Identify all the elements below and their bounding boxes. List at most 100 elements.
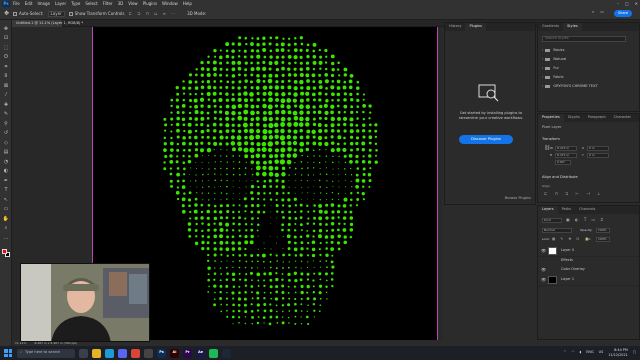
visibility-eye-icon[interactable]: 👁 bbox=[541, 278, 546, 282]
menu-view[interactable]: View bbox=[128, 2, 138, 6]
network-icon[interactable]: ◠ bbox=[572, 350, 575, 354]
rectangle-icon[interactable]: ▭ bbox=[3, 207, 9, 213]
document-tab[interactable]: Untitled-1 @ 11.1% (Layer 1, RGB/8) * bbox=[12, 20, 83, 27]
guide-line-right[interactable] bbox=[437, 27, 438, 340]
crop-icon[interactable]: ⌷ bbox=[3, 74, 9, 80]
auto-select-toggle[interactable]: Auto-Select: bbox=[13, 11, 44, 16]
align-icons[interactable]: ⊏ ⊓ ⊐ ⊢ ⊣ ⊥ bbox=[544, 192, 604, 196]
tab-plugins[interactable]: Plugins bbox=[465, 23, 486, 31]
style-folder[interactable]: › Fur bbox=[542, 65, 626, 72]
auto-select-target-dropdown[interactable]: Layer bbox=[47, 10, 65, 17]
move-tool-icon[interactable]: ✥ bbox=[4, 10, 9, 17]
show-transform-checkbox[interactable] bbox=[68, 11, 73, 16]
menu-layer[interactable]: Layer bbox=[55, 2, 66, 6]
close-icon[interactable]: ✕ bbox=[635, 2, 638, 6]
tab-properties[interactable]: Properties bbox=[538, 114, 564, 122]
tab-character[interactable]: Character bbox=[610, 114, 635, 122]
opacity-field[interactable]: 100% bbox=[596, 228, 610, 233]
layer-row[interactable]: 👁 Layer 0 bbox=[538, 246, 639, 257]
history-brush-icon[interactable]: ↺ bbox=[3, 131, 9, 137]
filter-icons[interactable]: ▣ ◐ T ▭ ⌗ bbox=[566, 218, 605, 222]
zoom-icon[interactable]: ⌕ bbox=[3, 226, 9, 232]
edge-app[interactable] bbox=[105, 348, 114, 358]
layer-row[interactable]: 👁 Color Overlay bbox=[538, 266, 639, 274]
width-field[interactable]: 8.472 in bbox=[555, 146, 577, 151]
menu-filter[interactable]: Filter bbox=[103, 2, 113, 6]
premiere-app[interactable]: Pr bbox=[183, 348, 192, 358]
menu-window[interactable]: Window bbox=[162, 2, 178, 6]
show-transform-toggle[interactable]: Show Transform Controls bbox=[68, 11, 124, 16]
layer-row[interactable]: 👁Effects bbox=[538, 257, 639, 265]
eyedropper-icon[interactable]: ⁄ bbox=[3, 93, 9, 99]
obs-app[interactable] bbox=[144, 348, 153, 358]
tab-gradients[interactable]: Gradients bbox=[538, 23, 563, 31]
style-folder[interactable]: › Fabric bbox=[542, 74, 626, 81]
type-icon[interactable]: T bbox=[3, 188, 9, 194]
tab-channels[interactable]: Channels bbox=[575, 206, 599, 214]
brush-icon[interactable]: ✎ bbox=[3, 112, 9, 118]
height-field[interactable]: 8.471 in bbox=[555, 153, 577, 158]
blend-mode-dropdown[interactable]: Normal bbox=[542, 228, 572, 233]
tray-language[interactable]: ENG bbox=[586, 350, 593, 354]
more-tools-icon[interactable]: … bbox=[3, 235, 9, 241]
taskbar-search[interactable]: ⌕ Type here to search bbox=[17, 348, 75, 358]
dodge-icon[interactable]: ◐ bbox=[3, 169, 9, 175]
aftereffects-app[interactable]: Ae bbox=[196, 348, 205, 358]
clone-stamp-icon[interactable]: ⚲ bbox=[3, 121, 9, 127]
tab-paths[interactable]: Paths bbox=[558, 206, 576, 214]
tab-glyphs[interactable]: Glyphs bbox=[564, 114, 584, 122]
frame-icon[interactable]: ⊠ bbox=[3, 83, 9, 89]
browse-plugins-link[interactable]: Browse Plugins bbox=[505, 196, 531, 201]
link-icon[interactable]: ⛓ bbox=[544, 146, 550, 151]
menu-help[interactable]: Help bbox=[183, 2, 192, 6]
tray-up-icon[interactable]: ⌃ bbox=[564, 350, 567, 354]
tab-paragraph[interactable]: Paragraph bbox=[584, 114, 610, 122]
chrome-app[interactable] bbox=[131, 348, 140, 358]
auto-select-checkbox[interactable] bbox=[13, 11, 18, 16]
menu-select[interactable]: Select bbox=[85, 2, 97, 6]
menu-image[interactable]: Image bbox=[37, 2, 50, 6]
blur-icon[interactable]: ◔ bbox=[3, 159, 9, 165]
layer-row[interactable]: 👁 Layer 1 bbox=[538, 275, 639, 286]
task-view-app[interactable] bbox=[79, 348, 88, 358]
align-icons[interactable]: ⊏ ⊐ ⊓ ⊔ ≡ ⋯ bbox=[128, 11, 177, 16]
styles-search-input[interactable]: Search Styles bbox=[542, 36, 626, 42]
object-select-icon[interactable]: ⌗ bbox=[3, 64, 9, 70]
visibility-eye-icon[interactable]: 👁 bbox=[541, 249, 546, 253]
style-folder[interactable]: › Basics bbox=[542, 47, 626, 54]
windows-start-icon[interactable] bbox=[4, 349, 12, 357]
x-field[interactable]: 0 in bbox=[587, 146, 609, 151]
menu-3d[interactable]: 3D bbox=[118, 2, 124, 6]
share-button[interactable]: Share bbox=[614, 10, 632, 17]
layer-kind-filter[interactable]: Kind bbox=[542, 218, 562, 223]
style-folder[interactable]: › GRYFON'S CHROME TEXT bbox=[542, 83, 626, 90]
visibility-eye-icon[interactable]: 👁 bbox=[541, 268, 546, 272]
y-field[interactable]: 0 in bbox=[587, 153, 609, 158]
gradient-icon[interactable]: ▤ bbox=[3, 150, 9, 156]
menu-file[interactable]: File bbox=[13, 2, 20, 6]
explorer-app[interactable] bbox=[92, 348, 101, 358]
foreground-color-swatch[interactable] bbox=[2, 249, 7, 254]
marquee-icon[interactable]: ⬚ bbox=[3, 45, 9, 51]
healing-brush-icon[interactable]: ✚ bbox=[3, 102, 9, 108]
lasso-icon[interactable]: ʘ bbox=[3, 55, 9, 61]
move-icon[interactable]: ✥ bbox=[3, 26, 9, 32]
style-folder[interactable]: › Natural bbox=[542, 56, 626, 63]
minimize-icon[interactable]: – bbox=[617, 2, 619, 6]
artboard-icon[interactable]: ⊡ bbox=[3, 36, 9, 42]
taskbar-clock[interactable]: 8:44 PM 11/12/2021 bbox=[608, 348, 628, 357]
search-icon[interactable]: ⌕ bbox=[592, 10, 594, 14]
path-select-icon[interactable]: ↖ bbox=[3, 197, 9, 203]
spotify-app[interactable] bbox=[209, 348, 218, 358]
illustrator-app[interactable]: Ai bbox=[170, 348, 179, 358]
menu-edit[interactable]: Edit bbox=[25, 2, 33, 6]
hand-icon[interactable]: ✋ bbox=[3, 216, 9, 222]
volume-icon[interactable]: ◖ bbox=[579, 350, 581, 354]
eraser-icon[interactable]: ◇ bbox=[3, 140, 9, 146]
menu-type[interactable]: Type bbox=[71, 2, 80, 6]
tray-region[interactable]: US bbox=[599, 350, 604, 354]
discover-plugins-button[interactable]: Discover Plugins bbox=[459, 135, 513, 144]
tab-history[interactable]: History bbox=[445, 23, 465, 31]
tab-layers[interactable]: Layers bbox=[538, 206, 558, 214]
discord-app[interactable] bbox=[118, 348, 127, 358]
